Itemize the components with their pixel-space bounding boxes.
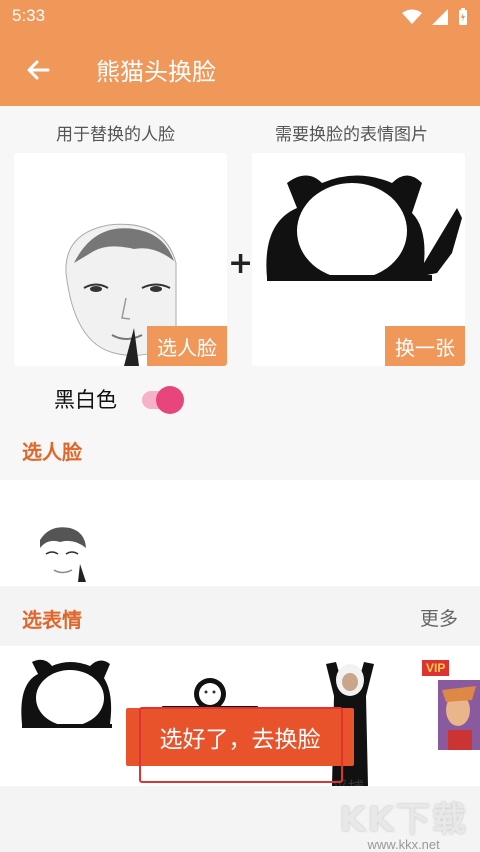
expression-column-label: 需要换脸的表情图片 [275, 125, 428, 145]
face-column-label: 用于替换的人脸 [56, 125, 175, 145]
status-bar: 5:33 [0, 0, 480, 34]
select-face-button[interactable]: 选人脸 [147, 326, 227, 366]
app-toolbar: 熊猫头换脸 [0, 34, 480, 106]
more-link[interactable]: 更多 [420, 604, 458, 631]
wifi-icon [402, 9, 422, 24]
face-preview-card[interactable]: 选人脸 [14, 153, 227, 366]
watermark: KK下载 www.kkx.net [339, 792, 468, 852]
game-character-image [438, 680, 480, 750]
plus-icon: + [228, 246, 254, 281]
change-expression-button[interactable]: 换一张 [385, 326, 465, 366]
back-arrow-icon[interactable] [22, 54, 54, 86]
bw-toggle-switch[interactable] [140, 386, 184, 414]
expression-thumb-1[interactable] [10, 654, 132, 744]
expression-section-header: 选表情 更多 [0, 586, 480, 646]
status-time: 5:33 [12, 6, 46, 25]
face-list [0, 480, 480, 586]
signal-icon [432, 9, 448, 25]
vip-badge: VIP [422, 660, 450, 676]
switch-thumb [156, 386, 184, 414]
highlight-outline [139, 707, 343, 783]
select-face-section-title: 选人脸 [22, 440, 82, 464]
bw-toggle-label: 黑白色 [54, 388, 117, 412]
page-title: 熊猫头换脸 [96, 58, 216, 86]
face-thumbnail[interactable] [30, 520, 92, 582]
battery-icon [459, 8, 467, 25]
compare-panel: 用于替换的人脸 需要换脸的表情图片 选人脸 + 换一张 黑白色 选人脸 [0, 106, 480, 480]
status-icons [402, 8, 468, 26]
expression-thumb-4[interactable]: VIP [418, 656, 480, 756]
select-expression-section-title: 选表情 [22, 608, 82, 632]
bottom-area: KK下载 www.kkx.net [0, 786, 480, 852]
watermark-logo: KK下载 [339, 800, 468, 840]
expression-preview-card[interactable]: 换一张 [252, 153, 465, 366]
